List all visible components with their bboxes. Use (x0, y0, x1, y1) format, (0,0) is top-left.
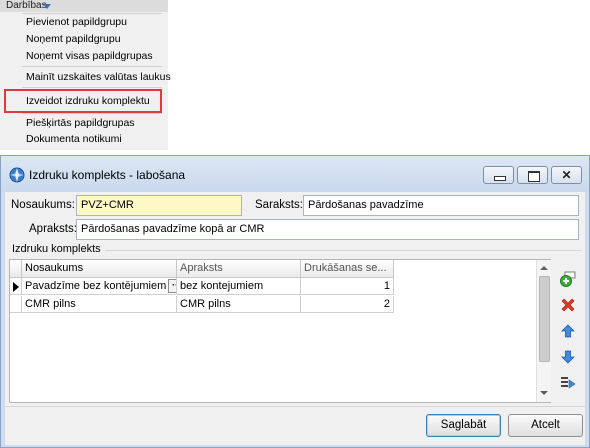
cell-description[interactable]: bez kontejumiem (177, 278, 301, 295)
app-icon (9, 167, 25, 183)
cell-print-order[interactable]: 1 (301, 278, 394, 295)
apraksts-label: Apraksts: (29, 223, 77, 235)
dialog-title: Izdruku komplekts - labošana (29, 168, 186, 182)
scroll-down-icon[interactable] (540, 391, 548, 395)
column-header-print-order[interactable]: Drukāšanas se... (301, 260, 394, 278)
assign-icon[interactable] (559, 374, 577, 392)
delete-icon[interactable] (559, 296, 577, 314)
menu-item-add-group[interactable]: Pievienot papildgrupu (26, 15, 127, 29)
chevron-down-icon[interactable] (43, 4, 51, 9)
vertical-scrollbar[interactable] (536, 260, 551, 402)
cell-name[interactable]: CMR pilns (22, 296, 177, 313)
saraksts-label: Saraksts: (255, 199, 303, 211)
menu-item-change-currency-fields[interactable]: Mainīt uzskaites valūtas laukus (26, 70, 171, 84)
dialog-content: Nosaukums: PVZ+CMR Saraksts: Pārdošanas … (5, 192, 585, 445)
menu-divider (22, 13, 162, 14)
menu-divider (22, 66, 162, 67)
menu-item-document-events[interactable]: Dokumenta notikumi (26, 132, 122, 146)
menu-divider (22, 87, 162, 88)
column-header-name[interactable]: Nosaukums (22, 260, 177, 278)
cell-name[interactable]: Pavadzīme bez kontējumiem ··· (22, 278, 177, 295)
cell-name-text: Pavadzīme bez kontējumiem (25, 280, 167, 292)
table-row[interactable]: Pavadzīme bez kontējumiem ··· bez kontej… (10, 278, 394, 295)
menu-item-remove-group[interactable]: Noņemt papildgrupu (26, 32, 121, 46)
cell-print-order[interactable]: 2 (301, 296, 394, 313)
cancel-button[interactable]: Atcelt (508, 414, 583, 437)
add-icon[interactable] (559, 270, 577, 288)
print-set-dialog: Izdruku komplekts - labošana ✕ Nosaukums… (0, 155, 590, 448)
nosaukums-label: Nosaukums: (11, 199, 75, 211)
close-icon[interactable]: ✕ (552, 167, 581, 183)
grid-header: Nosaukums Apraksts Drukāšanas se... (10, 260, 394, 278)
print-set-grid[interactable]: Nosaukums Apraksts Drukāšanas se... Pava… (9, 259, 551, 403)
nosaukums-input[interactable]: PVZ+CMR (76, 195, 242, 216)
cell-description[interactable]: CMR pilns (177, 296, 301, 313)
save-button[interactable]: Saglabāt (426, 414, 501, 437)
current-row-icon (13, 282, 19, 292)
apraksts-input[interactable]: Pārdošanas pavadzīme kopā ar CMR (76, 219, 579, 240)
dialog-titlebar[interactable]: Izdruku komplekts - labošana ✕ (1, 156, 589, 192)
menu-divider (22, 113, 162, 114)
group-divider (105, 250, 581, 251)
menu-item-remove-all-groups[interactable]: Noņemt visas papildgrupas (26, 49, 153, 63)
scroll-thumb[interactable] (539, 276, 550, 362)
saraksts-input[interactable]: Pārdošanas pavadzīme (303, 195, 579, 216)
menu-header[interactable]: Darbības (0, 0, 168, 12)
table-row[interactable]: CMR pilns CMR pilns 2 (10, 296, 394, 313)
close-button[interactable]: ✕ (551, 166, 582, 184)
move-up-icon[interactable] (559, 322, 577, 340)
actions-menu: Darbības Pievienot papildgrupu Noņemt pa… (0, 0, 171, 150)
row-indicator-cell (10, 296, 22, 313)
row-indicator-cell (10, 278, 22, 295)
column-header-description[interactable]: Apraksts (177, 260, 301, 278)
row-indicator-header (10, 260, 22, 278)
ellipsis-button[interactable]: ··· (168, 279, 176, 293)
scroll-up-icon[interactable] (540, 266, 548, 270)
footer-divider (5, 406, 585, 407)
maximize-button[interactable] (517, 166, 548, 184)
menu-item-assigned-groups[interactable]: Piešķirtās papildgrupas (26, 116, 135, 130)
menu-header-label[interactable]: Darbības (6, 0, 47, 12)
group-title: Izdruku komplekts (12, 243, 101, 255)
minimize-button[interactable] (483, 166, 514, 184)
menu-item-highlight (4, 89, 162, 113)
move-down-icon[interactable] (559, 348, 577, 366)
